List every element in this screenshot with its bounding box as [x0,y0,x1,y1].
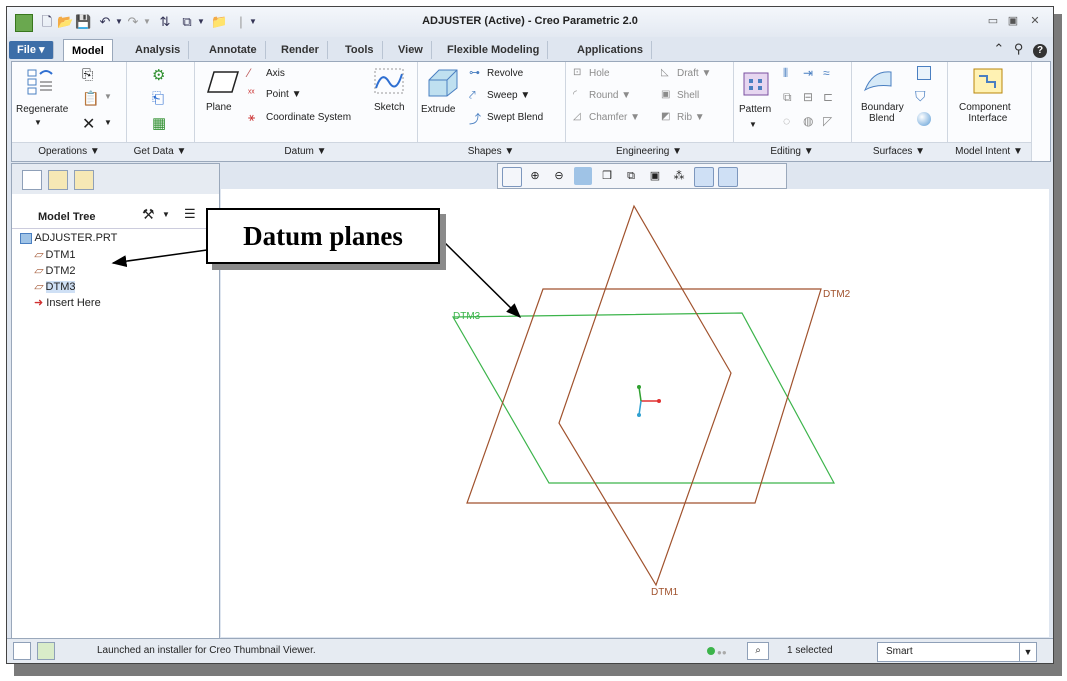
find-icon[interactable]: ⌕ [747,642,769,660]
status-dots-icon: ●● [717,648,727,657]
browser-toggle-icon[interactable] [37,642,55,660]
selection-filter[interactable]: Smart ▼ [877,642,1037,662]
selection-filter-value: Smart [886,646,913,657]
navigator-toggle-icon[interactable] [13,642,31,660]
selection-count[interactable]: 1 selected [787,645,833,656]
status-bar: Launched an installer for Creo Thumbnail… [7,638,1053,663]
app-window: 🗋 📂 💾 ↶ ▼ ↷ ▼ ⇅ ⧉ ▼ 📁 | ▼ ADJUSTER (Acti… [6,6,1054,664]
status-message: Launched an installer for Creo Thumbnail… [97,645,316,656]
regeneration-status-icon [707,647,715,655]
callout-label: Datum planes [206,208,440,264]
chevron-down-icon[interactable]: ▼ [1019,643,1036,661]
callout-arrows [111,238,522,319]
